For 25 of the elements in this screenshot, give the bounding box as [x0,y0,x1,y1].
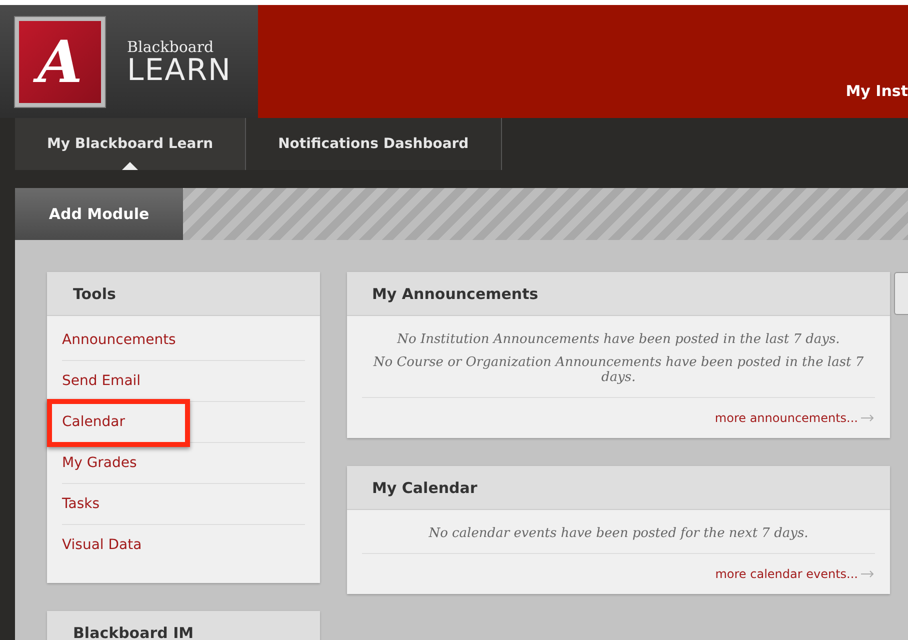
tool-link[interactable]: Calendar [62,402,305,442]
nav-tab[interactable]: Notifications Dashboard [246,118,502,170]
tool-link[interactable]: My Grades [62,443,305,483]
panel-title: Tools [47,272,320,316]
panel-title: Blackboard IM [47,611,320,640]
arrow-icon [861,570,875,578]
tool-link[interactable]: Announcements [62,320,305,360]
panel-title: My Announcements [347,272,890,316]
arrow-icon [861,414,875,422]
brand-name: Blackboard [127,38,215,56]
add-module-button[interactable]: Add Module [15,188,183,240]
tool-link[interactable]: Tasks [62,484,305,524]
tool-link[interactable]: Send Email [62,361,305,401]
drag-handle[interactable] [894,272,908,315]
university-logo: A [15,16,105,106]
brand-product: LEARN [127,56,232,86]
empty-message: No Institution Announcements have been posted in the last 7 days. [396,332,841,347]
panel-title: My Calendar [347,466,890,510]
more-link[interactable]: more announcements... [714,411,858,425]
nav-tab[interactable]: My Blackboard Learn [15,118,246,170]
more-link[interactable]: more calendar events... [715,567,858,581]
tool-link[interactable]: Visual Data [62,525,305,565]
empty-message: No Course or Organization Announcements have been posted in the last 7 days. [372,355,865,385]
institution-tab[interactable]: My Inst [846,82,908,100]
empty-message: No calendar events have been posted for the next 7 days. [428,526,810,541]
